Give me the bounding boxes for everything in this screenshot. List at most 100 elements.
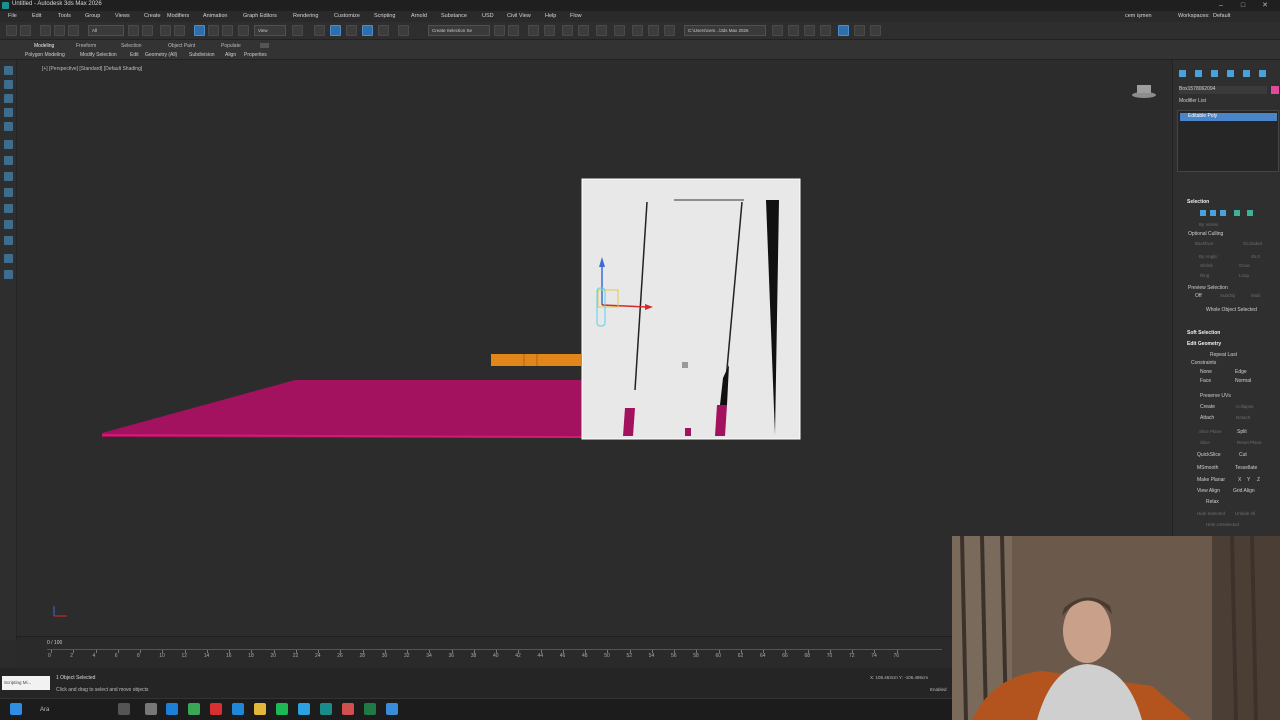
panel-geometry-all[interactable]: Geometry (All) — [145, 52, 177, 58]
align-y-button[interactable]: Y — [1247, 477, 1250, 483]
tab-selection[interactable]: Selection — [121, 43, 142, 49]
close-button[interactable]: ✕ — [1258, 0, 1272, 11]
taskbar-spotify-icon[interactable] — [276, 703, 288, 715]
menu-graph-editors[interactable]: Graph Editors — [243, 13, 277, 19]
layout-5-icon[interactable] — [838, 25, 849, 36]
layout-4-icon[interactable] — [820, 25, 831, 36]
select-place-icon[interactable] — [238, 25, 249, 36]
select-scale-icon[interactable] — [222, 25, 233, 36]
cut-button[interactable]: Cut — [1239, 452, 1247, 458]
taskbar-3dsmax-icon[interactable] — [320, 703, 332, 715]
detach-button[interactable]: Detach — [1236, 415, 1250, 420]
pivot-center-icon[interactable] — [292, 25, 303, 36]
tool-icon-11[interactable] — [4, 220, 13, 229]
motion-tab-icon[interactable] — [1227, 70, 1234, 77]
split-checkbox[interactable]: Split — [1237, 429, 1247, 435]
selection-filter-dropdown[interactable]: All — [88, 25, 124, 36]
coordinate-display[interactable]: X: 108.463cm Y: -106.486cm — [870, 675, 928, 680]
taskbar-telegram-icon[interactable] — [298, 703, 310, 715]
rect-selection-icon[interactable] — [160, 25, 171, 36]
windows-start-icon[interactable] — [10, 703, 22, 715]
align-icon[interactable] — [508, 25, 519, 36]
element-subobj-icon[interactable] — [1247, 210, 1253, 216]
taskbar-app-icon-3[interactable] — [342, 703, 354, 715]
tool-icon-8[interactable] — [4, 172, 13, 181]
vertex-subobj-icon[interactable] — [1200, 210, 1206, 216]
taskbar-app-icon-4[interactable] — [386, 703, 398, 715]
slice-button[interactable]: Slice — [1200, 440, 1210, 445]
msmooth-button[interactable]: MSmooth — [1197, 465, 1218, 471]
tab-object-paint[interactable]: Object Paint — [168, 43, 195, 49]
rendered-frame-icon[interactable] — [648, 25, 659, 36]
menu-flow[interactable]: Flow — [570, 13, 582, 19]
render-setup-icon[interactable] — [632, 25, 643, 36]
taskbar-app-icon-2[interactable] — [145, 703, 157, 715]
collapse-button[interactable]: Collapse — [1236, 404, 1254, 409]
curve-editor-icon[interactable] — [578, 25, 589, 36]
constraint-none-radio[interactable]: None — [1200, 369, 1212, 375]
redo-icon[interactable] — [20, 25, 31, 36]
angle-snap-icon[interactable] — [346, 25, 357, 36]
tessellate-button[interactable]: Tessellate — [1235, 465, 1257, 471]
shrink-button[interactable]: Shrink — [1200, 263, 1213, 268]
layout-2-icon[interactable] — [788, 25, 799, 36]
ring-button[interactable]: Ring — [1200, 273, 1209, 278]
menu-animation[interactable]: Animation — [203, 13, 227, 19]
make-planar-button[interactable]: Make Planar — [1197, 477, 1225, 483]
utilities-tab-icon[interactable] — [1259, 70, 1266, 77]
repeat-last-button[interactable]: Repeat Last — [1210, 352, 1237, 358]
quickslice-button[interactable]: QuickSlice — [1197, 452, 1221, 458]
maximize-button[interactable]: □ — [1236, 0, 1250, 11]
panel-edit[interactable]: Edit — [130, 52, 139, 58]
hide-unselected-button[interactable]: Hide Unselected — [1206, 522, 1239, 527]
menu-customize[interactable]: Customize — [334, 13, 360, 19]
hide-selected-button[interactable]: Hide Selected — [1197, 511, 1225, 516]
reset-plane-button[interactable]: Reset Plane — [1237, 440, 1262, 445]
slice-plane-button[interactable]: Slice Plane — [1199, 429, 1222, 434]
layout-3-icon[interactable] — [804, 25, 815, 36]
panel-align[interactable]: Align — [225, 52, 236, 58]
tool-icon-5[interactable] — [4, 122, 13, 131]
taskbar-excel-icon[interactable] — [364, 703, 376, 715]
loop-button[interactable]: Loop — [1239, 273, 1249, 278]
workspaces-dropdown[interactable]: Default — [1213, 13, 1230, 19]
backface-checkbox[interactable]: Backface — [1195, 241, 1214, 246]
view-align-button[interactable]: View Align — [1197, 488, 1220, 494]
object-color-swatch[interactable] — [1271, 86, 1279, 94]
taskbar-folder-icon[interactable] — [254, 703, 266, 715]
constraint-face-radio[interactable]: Face — [1200, 378, 1211, 384]
select-tool-icon[interactable] — [4, 94, 13, 103]
preserve-uvs-checkbox[interactable]: Preserve UVs — [1200, 393, 1231, 399]
by-vertex-checkbox[interactable]: By Vertex — [1199, 222, 1218, 227]
snaps-toggle-icon[interactable] — [330, 25, 341, 36]
tool-icon-14[interactable] — [4, 270, 13, 279]
percent-snap-icon[interactable] — [362, 25, 373, 36]
select-manipulate-icon[interactable] — [314, 25, 325, 36]
taskbar-browser-icon[interactable] — [232, 703, 244, 715]
render-icon[interactable] — [664, 25, 675, 36]
mirror-icon[interactable] — [494, 25, 505, 36]
ribbon-options-icon[interactable] — [260, 43, 269, 48]
modifier-list-dropdown[interactable]: Modifier List — [1179, 98, 1206, 104]
occluded-checkbox[interactable]: Occluded — [1243, 241, 1262, 246]
layout-1-icon[interactable] — [772, 25, 783, 36]
menu-edit[interactable]: Edit — [32, 13, 41, 19]
constraint-normal-radio[interactable]: Normal — [1235, 378, 1251, 384]
relax-button[interactable]: Relax — [1206, 499, 1219, 505]
menu-substance[interactable]: Substance — [441, 13, 467, 19]
menu-tools[interactable]: Tools — [58, 13, 71, 19]
select-rotate-icon[interactable] — [208, 25, 219, 36]
align-z-button[interactable]: Z — [1257, 477, 1260, 483]
create-button[interactable]: Create — [1200, 404, 1215, 410]
panel-polygon-modeling[interactable]: Polygon Modeling — [25, 52, 65, 58]
name-tool-icon[interactable] — [4, 108, 13, 117]
grow-button[interactable]: Grow — [1239, 263, 1250, 268]
scene-explorer-tool-icon[interactable] — [4, 66, 13, 75]
preview-multi-radio[interactable]: Multi — [1251, 293, 1261, 298]
edge-subobj-icon[interactable] — [1210, 210, 1216, 216]
create-tab-icon[interactable] — [1179, 70, 1186, 77]
by-angle-value[interactable]: 45.0 — [1251, 254, 1260, 259]
taskbar-opera-icon[interactable] — [210, 703, 222, 715]
layout-6-icon[interactable] — [854, 25, 865, 36]
by-angle-checkbox[interactable]: By Angle: — [1199, 254, 1218, 259]
